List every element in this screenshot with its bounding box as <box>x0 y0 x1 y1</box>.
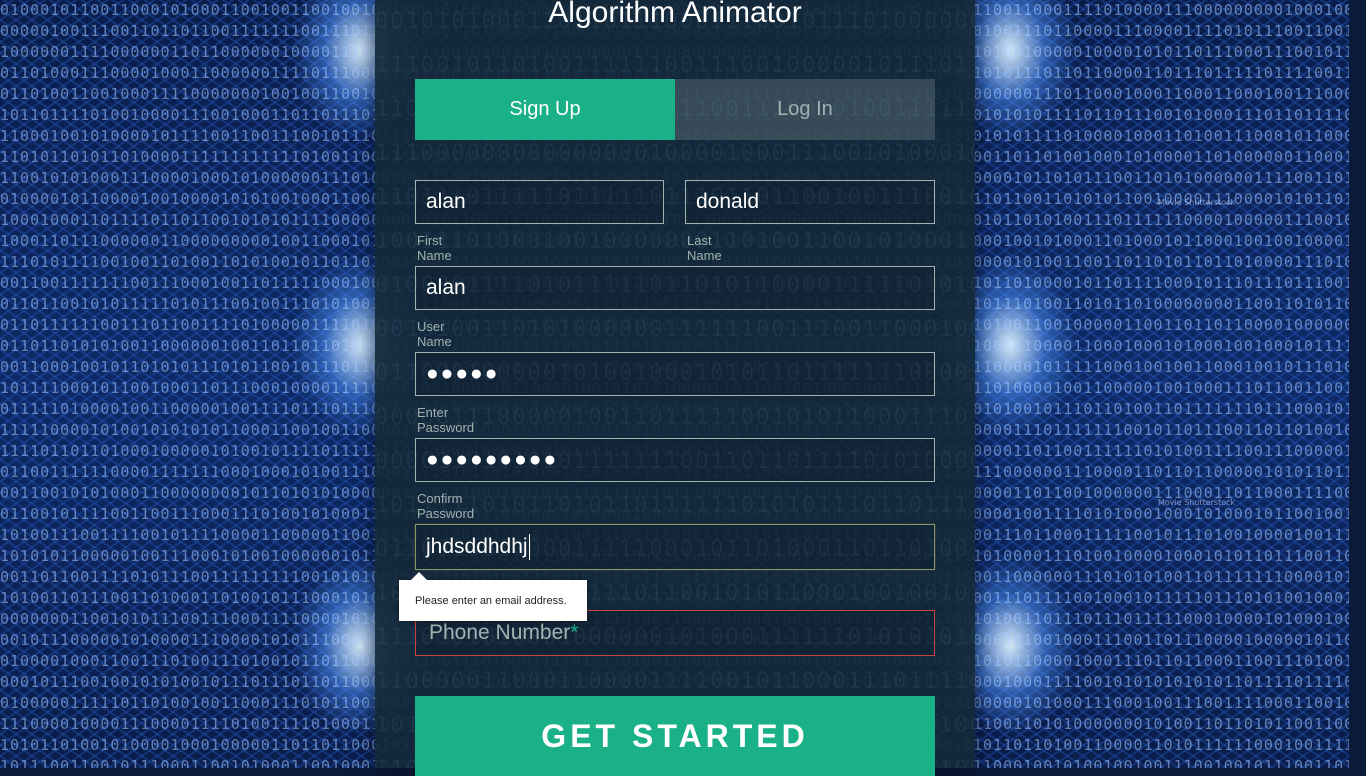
text-caret <box>528 534 530 560</box>
form-panel: 0010101000110110111000111001011101000000… <box>375 0 975 776</box>
validation-tooltip: Please enter an email address. <box>399 572 587 621</box>
password-input[interactable]: ●●●●● <box>415 352 935 396</box>
watermark: Movie Shutterstock <box>1158 498 1236 507</box>
required-asterisk: * <box>570 621 579 644</box>
watermark: Movie Shutterstock <box>1158 198 1236 207</box>
last-name-label: Last Name <box>687 233 722 263</box>
page-title: Algorithm Animator <box>548 0 802 29</box>
tab-bar: Sign Up Log In <box>415 79 935 140</box>
confirm-password-input[interactable]: ●●●●●●●●● <box>415 438 935 482</box>
user-name-input[interactable]: alan <box>415 266 935 310</box>
first-name-input[interactable]: alan <box>415 180 664 224</box>
password-label: Enter Password <box>417 405 475 435</box>
last-name-input[interactable]: donald <box>685 180 935 224</box>
tab-sign-up[interactable]: Sign Up <box>415 79 675 140</box>
email-value: jhdsddhdhj <box>426 535 528 558</box>
email-input[interactable]: jhdsddhdhj <box>415 524 935 570</box>
first-name-label: First Name <box>417 233 452 263</box>
scrollbar[interactable] <box>1349 0 1366 768</box>
user-name-label: User Name <box>417 319 452 349</box>
tab-log-in[interactable]: Log In <box>675 79 935 140</box>
phone-placeholder: Phone Number <box>429 621 571 644</box>
get-started-button[interactable]: GET STARTED <box>415 696 935 776</box>
confirm-password-label: Confirm Password <box>417 491 475 521</box>
